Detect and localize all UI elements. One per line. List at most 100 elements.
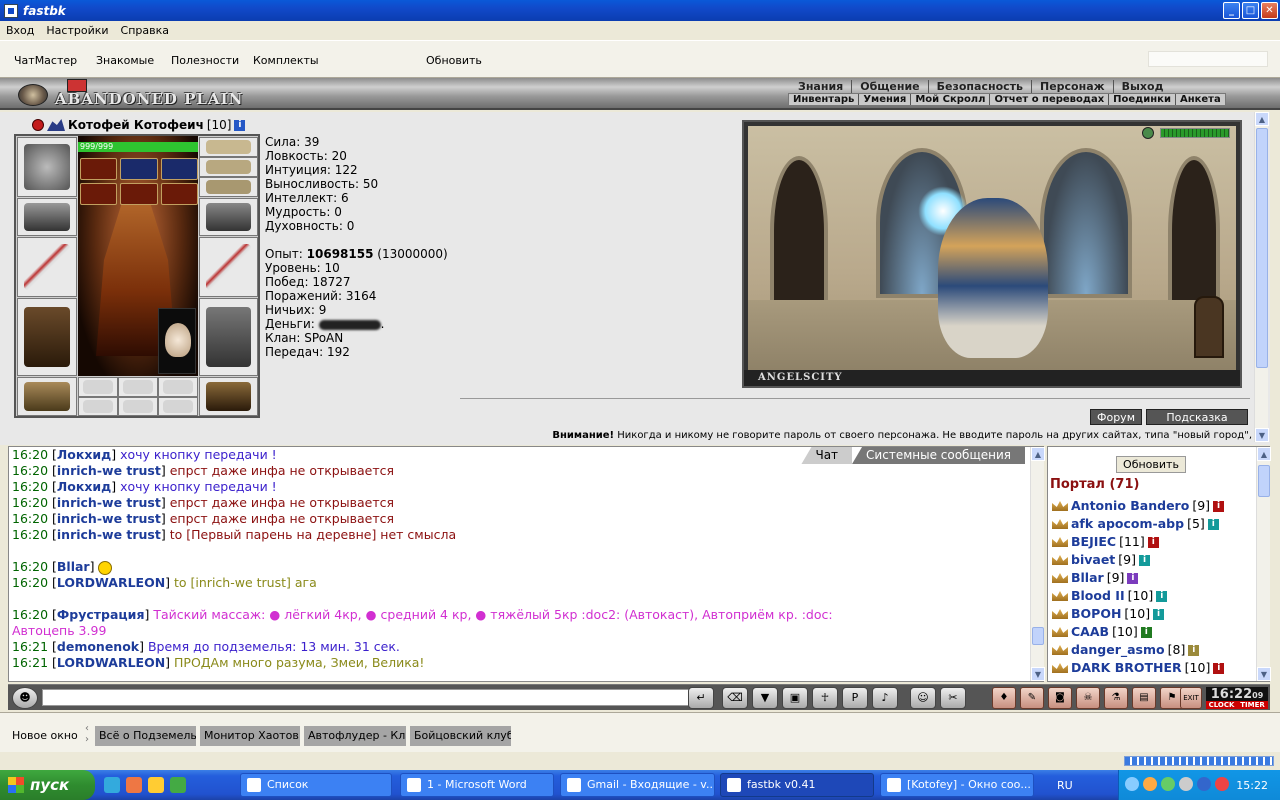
chat-nick[interactable]: inrich-we trust: [57, 511, 161, 526]
nav-knowledge[interactable]: Знания: [790, 80, 853, 93]
scroll-thumb[interactable]: [1258, 465, 1270, 497]
user-nick[interactable]: CAAB: [1071, 623, 1109, 641]
belt-slot[interactable]: [17, 377, 77, 416]
scene-door-left[interactable]: [770, 156, 828, 306]
menu-help[interactable]: Справка: [115, 24, 175, 37]
forum-button[interactable]: Форум: [1090, 409, 1142, 425]
private-message-icon[interactable]: [1052, 501, 1068, 511]
lock-icon[interactable]: ▤: [1132, 687, 1156, 709]
chat-input[interactable]: [42, 689, 692, 706]
user-info-icon[interactable]: i: [1153, 608, 1165, 620]
subnav-inventory[interactable]: Инвентарь: [789, 94, 860, 105]
weapon-left-slot[interactable]: [17, 237, 77, 297]
taskbar-item-word[interactable]: 1 - Microsoft Word: [400, 773, 554, 797]
hint-button[interactable]: Подсказка: [1146, 409, 1248, 425]
nav-exit[interactable]: Выход: [1114, 80, 1172, 93]
chat-nick[interactable]: LORDWARLEON: [57, 575, 165, 590]
private-message-icon[interactable]: [1052, 537, 1068, 547]
scroll-up-icon[interactable]: ▲: [1255, 112, 1269, 126]
chat-nick[interactable]: inrich-we trust: [57, 527, 161, 542]
chat-nick[interactable]: Локхид: [57, 479, 111, 494]
private-message-icon[interactable]: [1052, 627, 1068, 637]
private-message-icon[interactable]: [1052, 609, 1068, 619]
menu-login[interactable]: Вход: [0, 24, 40, 37]
user-info-icon[interactable]: i: [1140, 626, 1152, 638]
user-info-icon[interactable]: i: [1156, 590, 1168, 602]
private-message-icon[interactable]: [1052, 663, 1068, 673]
tab-fight-club[interactable]: Бойцовский клуб: [410, 726, 511, 746]
scroll-thumb[interactable]: [1256, 128, 1268, 368]
chat-nick[interactable]: LORDWARLEON: [57, 655, 165, 670]
spell-slot[interactable]: [80, 183, 118, 205]
user-nick[interactable]: Antonio Bandero: [1071, 497, 1189, 515]
user-info-icon[interactable]: i: [1213, 500, 1225, 512]
spell-slot[interactable]: [160, 183, 198, 205]
send-icon[interactable]: ↵: [688, 687, 714, 709]
tab-chaos-monitor[interactable]: Монитор Хаотов: [200, 726, 300, 746]
users-refresh-button[interactable]: Обновить: [1116, 456, 1186, 473]
user-nick[interactable]: Bllar: [1071, 569, 1104, 587]
user-info-icon[interactable]: i: [1213, 662, 1225, 674]
close-button[interactable]: ✕: [1261, 2, 1278, 19]
user-list-item[interactable]: Bllar [9] i: [1052, 569, 1252, 587]
user-nick[interactable]: afk apocom-abp: [1071, 515, 1184, 533]
private-message-icon[interactable]: [1052, 591, 1068, 601]
user-list-item[interactable]: ВОРОН [10] i: [1052, 605, 1252, 623]
subnav-transfer-report[interactable]: Отчет о переводах: [990, 94, 1110, 105]
necklace-slot[interactable]: [199, 157, 258, 177]
quicklaunch-icon[interactable]: [126, 777, 142, 793]
clock-widget[interactable]: 16:2209 CLOCK TIMER: [1206, 687, 1268, 709]
empty-rune-slot[interactable]: [78, 377, 118, 397]
chat-nick[interactable]: Локхид: [57, 447, 111, 462]
user-list-item[interactable]: Blood II [10] i: [1052, 587, 1252, 605]
save-icon[interactable]: ▣: [782, 687, 808, 709]
npc-figure[interactable]: [938, 198, 1048, 358]
quicklaunch-icon[interactable]: [170, 777, 186, 793]
tab-autoflooder[interactable]: Автофлудер - Клан: [304, 726, 406, 746]
tabs-scroll-icon[interactable]: ‹ ›: [85, 723, 89, 745]
flask-icon[interactable]: ⚗: [1104, 687, 1128, 709]
user-info-icon[interactable]: i: [1139, 554, 1150, 566]
fighter-icon[interactable]: ☥: [812, 687, 838, 709]
user-nick[interactable]: Blood II: [1071, 587, 1125, 605]
scene-door-right[interactable]: [1168, 156, 1220, 306]
user-list-item[interactable]: DARK BROTHER [10] i: [1052, 659, 1252, 677]
scroll-down-icon[interactable]: ▼: [1031, 667, 1045, 681]
clear-icon[interactable]: ✂: [940, 687, 966, 709]
smiley-icon[interactable]: ☺: [910, 687, 936, 709]
scene-arch-right[interactable]: [1040, 148, 1132, 298]
users-scrollbar[interactable]: ▲ ▼: [1256, 447, 1271, 681]
earrings-slot[interactable]: [199, 137, 258, 157]
empty-rune-slot[interactable]: [118, 377, 158, 397]
tab-chat[interactable]: Чат: [801, 447, 853, 464]
gloves-slot[interactable]: [199, 198, 258, 236]
nav-security[interactable]: Безопасность: [929, 80, 1032, 93]
private-message-icon[interactable]: [1052, 573, 1068, 583]
language-indicator[interactable]: RU: [1057, 779, 1073, 792]
taskbar-item-gmail[interactable]: Gmail - Входящие - v...: [560, 773, 715, 797]
user-nick[interactable]: ВОРОН: [1071, 605, 1121, 623]
chat-nick[interactable]: Bllar: [57, 559, 90, 574]
menu-settings[interactable]: Настройки: [40, 24, 114, 37]
chat-nick[interactable]: inrich-we trust: [57, 463, 161, 478]
user-nick[interactable]: DARK BROTHER: [1071, 659, 1182, 677]
armor-slot[interactable]: [17, 298, 77, 376]
skull-icon[interactable]: ☠: [1076, 687, 1100, 709]
user-info-icon[interactable]: i: [1188, 644, 1200, 656]
music-icon[interactable]: ♪: [872, 687, 898, 709]
scroll-down-icon[interactable]: ▼: [1257, 667, 1271, 681]
helmet-slot[interactable]: [17, 137, 77, 197]
empty-rune-slot[interactable]: [158, 377, 198, 397]
new-window-button[interactable]: Новое окно: [12, 729, 78, 742]
spell-slot[interactable]: [80, 158, 118, 180]
empty-scroll-slot[interactable]: [78, 397, 118, 416]
empty-scroll-slot[interactable]: [118, 397, 158, 416]
user-list-item[interactable]: danger_asmo [8] i: [1052, 641, 1252, 659]
private-message-icon[interactable]: [1052, 645, 1068, 655]
tray-icon[interactable]: [1125, 777, 1139, 791]
user-info-icon[interactable]: i: [1147, 536, 1159, 548]
nav-communication[interactable]: Общение: [852, 80, 929, 93]
user-info-icon[interactable]: i: [1127, 572, 1139, 584]
pet-slot[interactable]: [158, 308, 196, 374]
start-button[interactable]: пуск: [0, 770, 95, 800]
